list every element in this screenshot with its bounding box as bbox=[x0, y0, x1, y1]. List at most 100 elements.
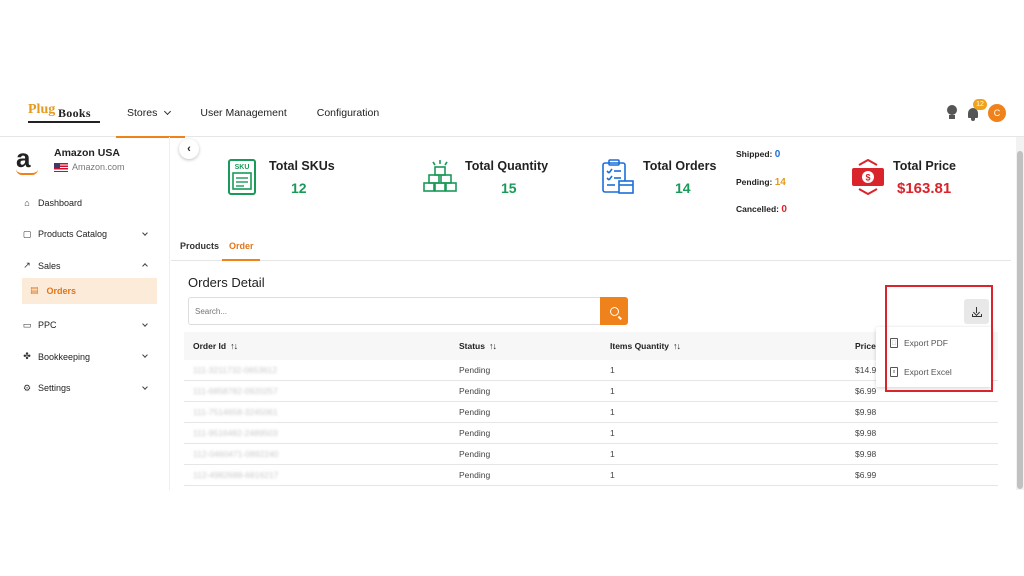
sidebar-item-settings[interactable]: ⚙ Settings bbox=[14, 373, 157, 405]
cell-status: Pending bbox=[459, 449, 491, 459]
content-tabs: Products Order bbox=[171, 237, 1011, 261]
col-items-quantity[interactable]: Items Quantity ↑↓ bbox=[610, 341, 855, 351]
stat-label: Total SKUs bbox=[269, 159, 335, 173]
plugbooks-logo[interactable]: Plug Books bbox=[28, 102, 100, 124]
chart-icon: ↗ bbox=[23, 260, 31, 271]
cancelled-row: Cancelled: 0 bbox=[736, 196, 787, 224]
cell-order-id: 111-3211732-0653612 bbox=[193, 365, 278, 375]
back-button[interactable]: ‹ bbox=[179, 139, 199, 159]
table-row[interactable]: 111-7514658-3245061 Pending 1 $9.98 bbox=[184, 402, 998, 423]
us-flag-icon bbox=[54, 162, 68, 172]
tab-products[interactable]: Products bbox=[180, 241, 219, 251]
scrollbar-thumb[interactable] bbox=[1017, 151, 1023, 489]
tab-order[interactable]: Order bbox=[229, 241, 254, 251]
stat-label: Total Orders bbox=[643, 159, 717, 173]
cell-price: $9.98 bbox=[855, 407, 877, 417]
logo-part-books: Books bbox=[58, 106, 91, 120]
search-box bbox=[188, 297, 628, 325]
sidebar-item-ppc[interactable]: ▭ PPC bbox=[14, 310, 157, 342]
chevron-down-icon bbox=[164, 107, 172, 116]
tab-active-indicator bbox=[222, 259, 260, 261]
catalog-icon: ▢ bbox=[22, 228, 32, 239]
store-name: Amazon USA bbox=[54, 147, 120, 159]
store-domain-row: Amazon.com bbox=[54, 162, 125, 172]
logo-underline bbox=[28, 121, 100, 123]
amazon-smile bbox=[16, 169, 38, 175]
cell-qty: 1 bbox=[610, 365, 615, 375]
cell-price: $9.98 bbox=[855, 449, 877, 459]
document-icon: ▤ bbox=[30, 285, 39, 295]
sort-icon: ↑↓ bbox=[230, 341, 238, 351]
col-label: Items Quantity bbox=[610, 341, 670, 351]
search-button[interactable] bbox=[600, 297, 628, 325]
sidebar-item-products-catalog[interactable]: ▢ Products Catalog bbox=[14, 219, 157, 251]
search-input[interactable] bbox=[189, 298, 589, 324]
chevron-down-icon bbox=[142, 352, 148, 358]
main-nav: Stores User Management Configuration bbox=[112, 89, 394, 138]
sidebar-item-bookkeeping[interactable]: ✤ Bookkeeping bbox=[14, 341, 157, 373]
sidebar-item-label: Dashboard bbox=[38, 197, 83, 208]
sku-icon: SKU bbox=[228, 159, 256, 195]
sidebar-item-label: Bookkeeping bbox=[38, 351, 91, 362]
shipped-value: 0 bbox=[774, 149, 781, 160]
stat-total-price: $ Total Price $163.81 bbox=[851, 153, 981, 201]
order-status-breakdown: Shipped: 0 Pending: 14 Cancelled: 0 bbox=[736, 141, 787, 224]
sort-icon: ↑↓ bbox=[673, 341, 681, 351]
col-label: Price bbox=[855, 341, 876, 351]
app-window: Plug Books Stores User Management Config… bbox=[0, 86, 1024, 490]
store-selector[interactable]: a Amazon USA Amazon.com bbox=[16, 145, 166, 179]
gear-icon: ⚙ bbox=[22, 382, 32, 393]
cell-order-id: 112-4982688-6816217 bbox=[193, 470, 279, 480]
sidebar-item-label: Sales bbox=[38, 260, 61, 271]
store-domain: Amazon.com bbox=[72, 162, 125, 172]
cell-qty: 1 bbox=[610, 386, 615, 396]
cell-order-id: 111-9516482-2489503 bbox=[193, 428, 278, 438]
chevron-left-icon: ‹ bbox=[187, 143, 191, 155]
cancelled-label: Cancelled: bbox=[736, 204, 779, 214]
cell-order-id: 112-0460471-0892240 bbox=[193, 449, 279, 459]
table-row[interactable]: 112-0460471-0892240 Pending 1 $9.98 bbox=[184, 444, 998, 465]
stat-total-skus: SKU Total SKUs 12 bbox=[227, 153, 347, 201]
stat-label: Total Price bbox=[893, 159, 956, 173]
sidebar-item-sales[interactable]: ↗ Sales bbox=[14, 250, 157, 282]
stat-value: 14 bbox=[675, 180, 691, 196]
stat-value: 15 bbox=[501, 180, 517, 196]
sidebar-item-dashboard[interactable]: ⌂ Dashboard bbox=[14, 187, 157, 219]
sku-icon-text: SKU bbox=[235, 164, 250, 171]
logo-part-plug: Plug bbox=[28, 102, 56, 117]
sidebar-menu: ⌂ Dashboard ▢ Products Catalog ↗ Sales ▤… bbox=[14, 187, 157, 404]
main-content: ‹ SKU Total SKUs 12 Total Quantity 15 To… bbox=[171, 137, 1016, 490]
scrollbar[interactable] bbox=[1016, 137, 1024, 490]
col-label: Status bbox=[459, 341, 485, 351]
col-label: Order Id bbox=[193, 341, 227, 351]
cell-qty: 1 bbox=[610, 407, 615, 417]
chevron-down-icon bbox=[142, 383, 148, 390]
stat-value: 12 bbox=[291, 180, 307, 196]
nav-stores-label: Stores bbox=[127, 107, 158, 119]
chevron-down-icon bbox=[142, 320, 148, 327]
pending-label: Pending: bbox=[736, 176, 773, 187]
nav-stores[interactable]: Stores bbox=[112, 89, 186, 138]
svg-text:$: $ bbox=[865, 173, 870, 183]
sidebar-item-label: Settings bbox=[38, 383, 71, 394]
puzzle-icon: ✤ bbox=[23, 351, 31, 362]
nav-configuration[interactable]: Configuration bbox=[302, 89, 394, 137]
col-status[interactable]: Status ↑↓ bbox=[459, 341, 610, 351]
amazon-logo-icon: a bbox=[16, 143, 31, 173]
lightbulb-icon[interactable] bbox=[946, 105, 958, 121]
search-icon bbox=[609, 306, 619, 316]
cancelled-value: 0 bbox=[781, 204, 787, 215]
cell-qty: 1 bbox=[610, 449, 615, 459]
home-icon: ⌂ bbox=[24, 197, 30, 208]
table-row[interactable]: 111-9516482-2489503 Pending 1 $9.98 bbox=[184, 423, 998, 444]
col-order-id[interactable]: Order Id ↑↓ bbox=[184, 341, 459, 351]
section-title: Orders Detail bbox=[188, 275, 265, 290]
avatar[interactable]: C bbox=[988, 104, 1006, 122]
table-row[interactable]: 112-4982688-6816217 Pending 1 $6.99 bbox=[184, 465, 998, 486]
cell-qty: 1 bbox=[610, 470, 615, 480]
shipped-row: Shipped: 0 bbox=[736, 141, 787, 169]
cell-status: Pending bbox=[459, 428, 491, 438]
boxes-icon bbox=[423, 160, 457, 192]
nav-user-management[interactable]: User Management bbox=[185, 89, 301, 137]
bell-icon[interactable]: 12 bbox=[966, 99, 987, 121]
